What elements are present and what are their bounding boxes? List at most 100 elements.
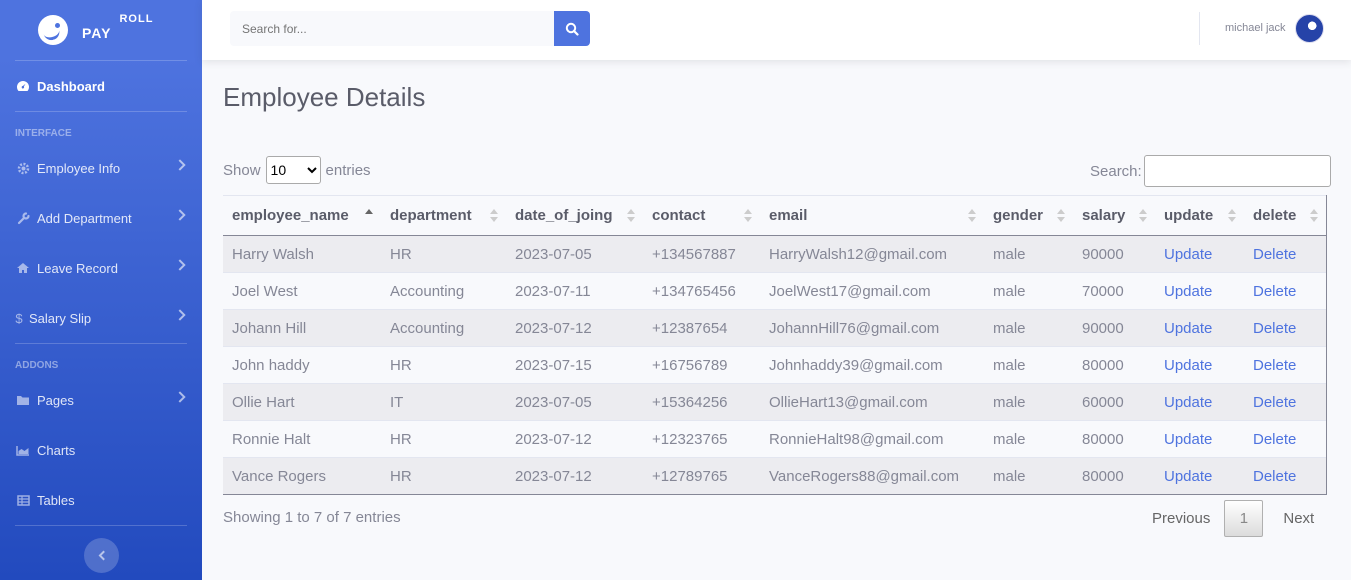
cell-delete: Delete [1244,457,1327,495]
sidebar-item-dashboard[interactable]: Dashboard [0,61,202,111]
column-header-salary[interactable]: salary [1073,195,1155,236]
column-header-gender[interactable]: gender [984,195,1073,236]
page-length-select[interactable]: 10 [265,156,321,184]
cell-gender: male [984,420,1073,458]
delete-link[interactable]: Delete [1253,394,1296,411]
cell-department: Accounting [381,272,506,310]
sort-icon [744,209,752,223]
sort-icon [627,209,635,223]
sidebar-item-label: Employee Info [37,160,121,176]
table-info: Showing 1 to 7 of 7 entries [223,509,401,526]
table-search-input[interactable] [1143,155,1331,187]
delete-link[interactable]: Delete [1253,246,1296,263]
sidebar-item-employee-info[interactable]: Employee Info [0,143,202,193]
column-header-department[interactable]: department [381,195,506,236]
sidebar: PAY ROLL Dashboard INTERFACE Employee In… [0,0,202,580]
cell-date-of-joing: 2023-07-05 [506,383,643,421]
cell-department: HR [381,420,506,458]
sidebar-toggle-button[interactable] [84,538,119,573]
sidebar-heading-interface: INTERFACE [15,128,72,139]
update-link[interactable]: Update [1164,468,1212,485]
delete-link[interactable]: Delete [1253,283,1296,300]
cell-date-of-joing: 2023-07-15 [506,346,643,384]
delete-link[interactable]: Delete [1253,468,1296,485]
brand[interactable]: PAY ROLL [0,0,202,60]
cell-email: JohannHill76@gmail.com [760,309,984,347]
update-link[interactable]: Update [1164,320,1212,337]
cell-department: HR [381,457,506,495]
cell-salary: 80000 [1073,346,1155,384]
update-link[interactable]: Update [1164,357,1212,374]
sidebar-divider [15,525,187,526]
cell-salary: 90000 [1073,309,1155,347]
cell-email: HarryWalsh12@gmail.com [760,235,984,273]
delete-link[interactable]: Delete [1253,431,1296,448]
next-button[interactable]: Next [1269,500,1328,537]
entries-label: entries [325,161,371,179]
topbar-search [230,11,590,46]
wrench-icon [15,211,31,225]
table-row: Johann Hill Accounting 2023-07-12 +12387… [223,309,1327,347]
column-header-update[interactable]: update [1155,195,1244,236]
cell-delete: Delete [1244,235,1327,273]
column-header-employee-name[interactable]: employee_name [223,195,381,236]
cell-delete: Delete [1244,420,1327,458]
cell-update: Update [1155,309,1244,347]
previous-button[interactable]: Previous [1140,500,1222,537]
cell-gender: male [984,346,1073,384]
sidebar-item-leave-record[interactable]: Leave Record [0,243,202,293]
column-header-delete[interactable]: delete [1244,195,1327,236]
sidebar-item-label: Salary Slip [29,310,92,326]
cell-date-of-joing: 2023-07-12 [506,457,643,495]
sidebar-item-tables[interactable]: Tables [0,475,202,525]
chevron-left-icon [98,550,108,561]
table-row: John haddy HR 2023-07-15 +16756789 Johnh… [223,346,1327,384]
cell-department: HR [381,346,506,384]
avatar[interactable] [1295,14,1324,43]
cell-date-of-joing: 2023-07-11 [506,272,643,310]
sidebar-item-label: Dashboard [37,78,105,94]
column-header-date-of-joing[interactable]: date_of_joing [506,195,643,236]
cell-contact: +12789765 [643,457,760,495]
table-row: Harry Walsh HR 2023-07-05 +134567887 Har… [223,235,1327,273]
delete-link[interactable]: Delete [1253,320,1296,337]
cell-update: Update [1155,457,1244,495]
chevron-right-icon [174,391,186,403]
table-header-row: employee_name department date_of_joing c… [223,195,1327,236]
sidebar-item-label: Charts [37,442,76,458]
page-1-button[interactable]: 1 [1224,500,1264,537]
cell-department: IT [381,383,506,421]
cell-gender: male [984,309,1073,347]
sort-icon [1057,209,1065,223]
search-button[interactable] [554,11,590,46]
update-link[interactable]: Update [1164,431,1212,448]
column-header-email[interactable]: email [760,195,984,236]
sidebar-item-pages[interactable]: Pages [0,375,202,425]
cell-update: Update [1155,235,1244,273]
search-input[interactable] [230,11,554,46]
cell-email: Johnhaddy39@gmail.com [760,346,984,384]
user-name[interactable]: michael jack [1225,22,1286,34]
column-header-contact[interactable]: contact [643,195,760,236]
cell-contact: +16756789 [643,346,760,384]
sidebar-item-label: Leave Record [37,260,118,276]
cell-delete: Delete [1244,309,1327,347]
table-search-label: Search: [1090,162,1142,180]
sort-asc-icon [365,209,373,223]
topbar: michael jack [202,0,1351,60]
table-search: Search: [1090,155,1331,187]
sidebar-item-salary-slip[interactable]: $ Salary Slip [0,293,202,343]
sidebar-item-charts[interactable]: Charts [0,425,202,475]
page-length-control: Show 10 entries [223,156,371,184]
cell-email: OllieHart13@gmail.com [760,383,984,421]
brand-word-2: ROLL [119,13,154,25]
update-link[interactable]: Update [1164,246,1212,263]
cell-contact: +12387654 [643,309,760,347]
update-link[interactable]: Update [1164,394,1212,411]
sidebar-item-add-department[interactable]: Add Department [0,193,202,243]
update-link[interactable]: Update [1164,283,1212,300]
cell-gender: male [984,272,1073,310]
sort-icon [1228,209,1236,223]
delete-link[interactable]: Delete [1253,357,1296,374]
cell-employee-name: Joel West [223,272,381,310]
